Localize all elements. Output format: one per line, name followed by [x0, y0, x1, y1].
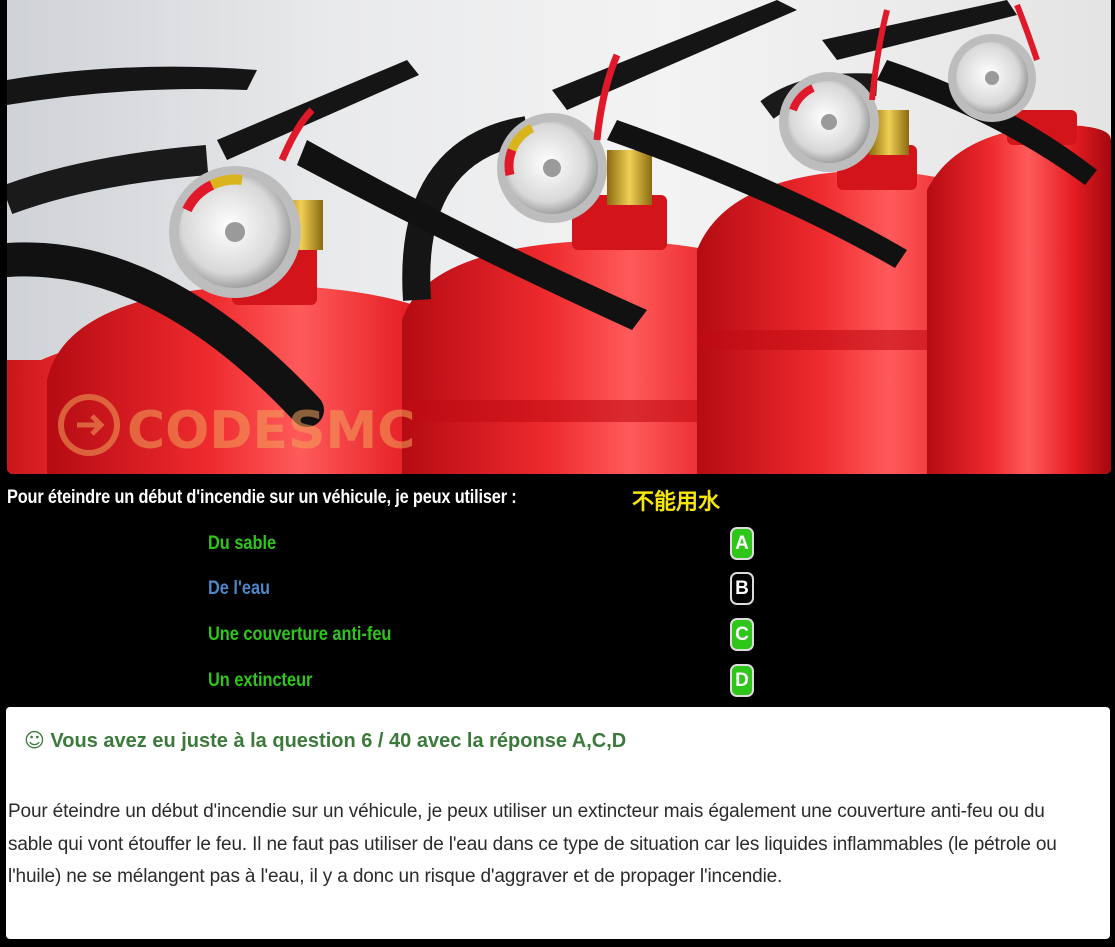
answer-b-label[interactable]: De l'eau [208, 578, 270, 600]
question-image: CODESMC [7, 0, 1111, 474]
result-text: Vous avez eu juste à la question 6 / 40 … [50, 730, 627, 752]
answer-a-button[interactable]: A [730, 527, 754, 560]
question-hint: 不能用水 [632, 490, 721, 515]
smile-icon: ☺ [24, 728, 45, 752]
answer-a-label[interactable]: Du sable [208, 533, 276, 555]
answer-d-label[interactable]: Un extincteur [208, 670, 312, 692]
answer-c-button[interactable]: C [730, 618, 754, 651]
answer-d-button[interactable]: D [730, 664, 754, 697]
result-panel: ☺ Vous avez eu juste à la question 6 / 4… [6, 707, 1110, 939]
question-text: Pour éteindre un début d'incendie sur un… [7, 487, 517, 508]
watermark-text: CODESMC [127, 401, 415, 461]
answer-b-button[interactable]: B [730, 572, 754, 605]
explanation-text: Pour éteindre un début d'incendie sur un… [8, 801, 1057, 887]
answer-c-label[interactable]: Une couverture anti-feu [208, 624, 391, 646]
result-message: ☺ Vous avez eu juste à la question 6 / 4… [24, 728, 626, 753]
